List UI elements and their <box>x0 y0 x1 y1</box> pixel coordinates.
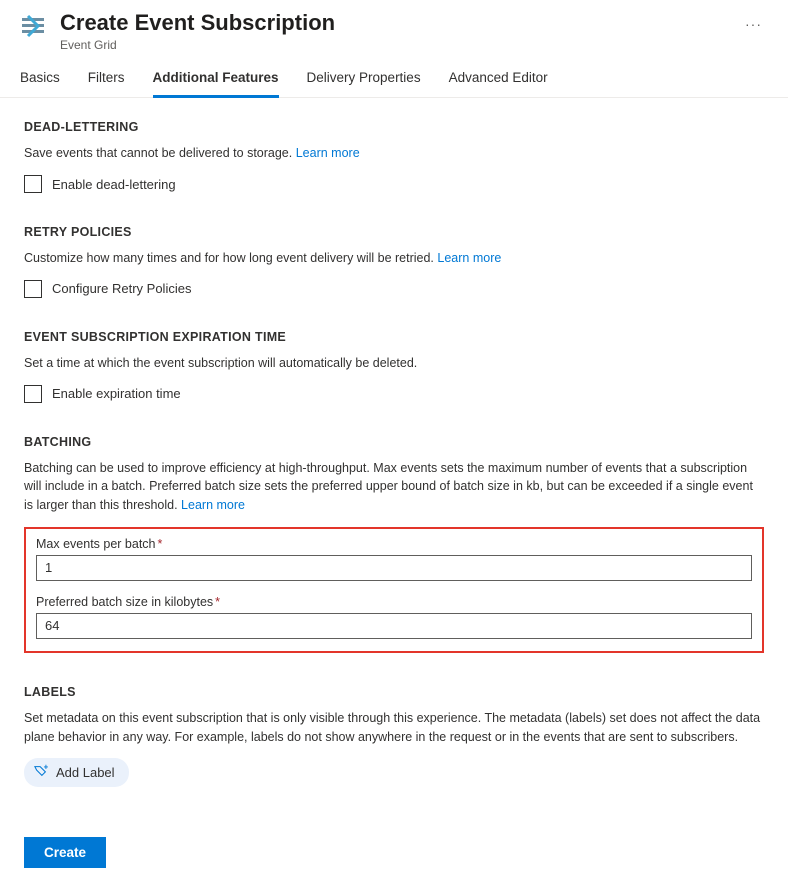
learn-more-link[interactable]: Learn more <box>181 498 245 512</box>
section-desc: Batching can be used to improve efficien… <box>24 459 764 515</box>
add-label-button[interactable]: + Add Label <box>24 758 129 787</box>
section-expiration: EVENT SUBSCRIPTION EXPIRATION TIME Set a… <box>24 330 764 403</box>
more-button[interactable]: ··· <box>739 10 768 38</box>
max-events-input[interactable] <box>36 555 752 581</box>
checkbox-label: Enable dead-lettering <box>52 177 176 192</box>
add-label-text: Add Label <box>56 765 115 780</box>
tab-additional-features[interactable]: Additional Features <box>153 70 279 98</box>
section-dead-lettering: DEAD-LETTERING Save events that cannot b… <box>24 120 764 193</box>
page-subtitle: Event Grid <box>60 38 715 52</box>
tab-advanced-editor[interactable]: Advanced Editor <box>449 70 548 98</box>
enable-expiration-checkbox[interactable] <box>24 385 42 403</box>
page-title: Create Event Subscription <box>60 10 715 36</box>
event-grid-icon <box>20 14 46 40</box>
batching-highlight: Max events per batch* Preferred batch si… <box>24 527 764 653</box>
section-desc: Set a time at which the event subscripti… <box>24 354 764 373</box>
tag-plus-icon: + <box>34 764 48 781</box>
section-desc: Customize how many times and for how lon… <box>24 249 764 268</box>
tab-basics[interactable]: Basics <box>20 70 60 98</box>
tab-bar: Basics Filters Additional Features Deliv… <box>0 52 788 98</box>
checkbox-label: Enable expiration time <box>52 386 181 401</box>
configure-retry-checkbox[interactable] <box>24 280 42 298</box>
max-events-label: Max events per batch* <box>36 537 752 551</box>
section-retry-policies: RETRY POLICIES Customize how many times … <box>24 225 764 298</box>
section-title: RETRY POLICIES <box>24 225 764 239</box>
section-title: LABELS <box>24 685 764 699</box>
learn-more-link[interactable]: Learn more <box>296 146 360 160</box>
create-button[interactable]: Create <box>24 837 106 868</box>
section-labels: LABELS Set metadata on this event subscr… <box>24 685 764 788</box>
learn-more-link[interactable]: Learn more <box>437 251 501 265</box>
section-desc: Save events that cannot be delivered to … <box>24 144 764 163</box>
enable-dead-lettering-checkbox[interactable] <box>24 175 42 193</box>
preferred-size-label: Preferred batch size in kilobytes* <box>36 595 752 609</box>
section-title: BATCHING <box>24 435 764 449</box>
checkbox-label: Configure Retry Policies <box>52 281 191 296</box>
preferred-size-input[interactable] <box>36 613 752 639</box>
tab-delivery-properties[interactable]: Delivery Properties <box>307 70 421 98</box>
section-batching: BATCHING Batching can be used to improve… <box>24 435 764 653</box>
svg-text:+: + <box>44 764 48 771</box>
tab-filters[interactable]: Filters <box>88 70 125 98</box>
section-title: DEAD-LETTERING <box>24 120 764 134</box>
section-desc: Set metadata on this event subscription … <box>24 709 764 747</box>
section-title: EVENT SUBSCRIPTION EXPIRATION TIME <box>24 330 764 344</box>
